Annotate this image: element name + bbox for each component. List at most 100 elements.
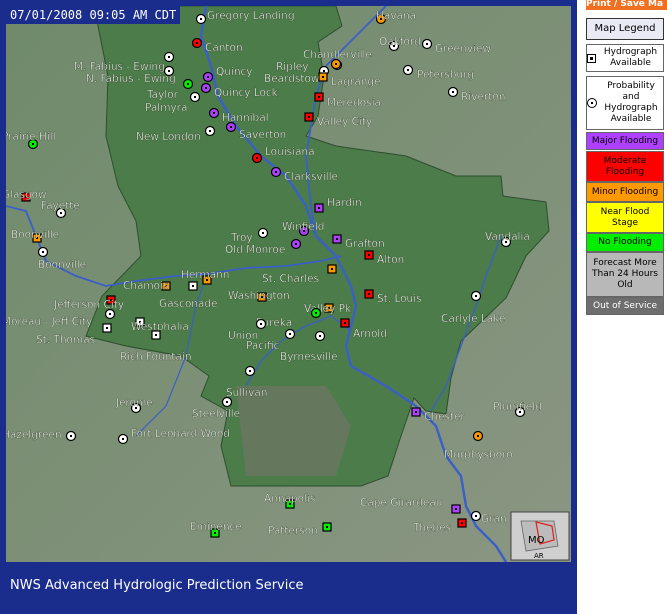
gauge-label[interactable]: Old Monroe [225, 244, 286, 256]
gauge-label[interactable]: Fort Leonard Wood [131, 428, 230, 440]
gauge-label[interactable]: Pacific [246, 340, 280, 352]
gauge-label[interactable]: Jerome [115, 397, 153, 409]
ozark-terrain [236, 386, 351, 476]
timestamp: 07/01/2008 09:05 AM CDT [6, 6, 181, 24]
gauge-marker-dot [344, 322, 346, 324]
legend-item-label: Forecast More Than 24 Hours Old [592, 258, 658, 290]
legend-hydrograph: Hydrograph Available [586, 44, 664, 72]
legend-item-moderate: Moderate Flooding [586, 151, 664, 182]
gauge-label[interactable]: Havana [376, 10, 416, 22]
gauge-label[interactable]: Boonville [11, 229, 59, 241]
gauge-marker-dot [200, 18, 202, 20]
gauge-label[interactable]: Ripley [276, 61, 309, 73]
gauge-label[interactable]: M. Fabius - Ewing [74, 61, 165, 73]
gauge-label[interactable]: Gregory Landing [207, 10, 295, 22]
gauge-label[interactable]: Patterson [268, 525, 318, 537]
gauge-label[interactable]: Saverton [239, 129, 287, 141]
gauge-label[interactable]: Canton [205, 42, 243, 54]
gauge-label[interactable]: Hardin [327, 197, 362, 209]
probability-icon [587, 98, 597, 108]
gauge-label[interactable]: Moreau - Jeff City [6, 316, 92, 328]
gauge-label[interactable]: Greenview [435, 43, 492, 55]
gauge-label[interactable]: Annapolis [264, 493, 316, 505]
gauge-label[interactable]: Riverton [461, 91, 506, 103]
gauge-label[interactable]: Boonville [38, 259, 86, 271]
legend-item-label: No Flooding [598, 237, 652, 247]
gauge-label[interactable]: Gran [481, 513, 507, 525]
gauge-label[interactable]: Chester [424, 411, 466, 423]
gauge-label[interactable]: Hazelgreen [6, 429, 62, 441]
gauge-label[interactable]: Cape Girardeau [360, 497, 443, 509]
gauge-label[interactable]: Beardstown [264, 73, 326, 85]
inset-locator-map[interactable]: MO AR [510, 511, 570, 561]
legend-probability-label: Probability and Hydrograph Available [604, 81, 658, 124]
gauge-label[interactable]: Jefferson City [53, 299, 124, 311]
gauge-label[interactable]: Plumfield [493, 401, 542, 413]
gauge-washington[interactable]: Washington [228, 290, 290, 302]
gauge-label[interactable]: St. Charles [262, 273, 319, 285]
gauge-label[interactable]: Meredosia [327, 97, 381, 109]
gauge-label[interactable]: Washington [228, 290, 290, 302]
gauge-label[interactable]: Vandalia [485, 231, 530, 243]
gauge-label[interactable]: Alton [377, 254, 405, 266]
gauge-label[interactable]: Hannibal [222, 112, 269, 124]
gauge-label[interactable]: Quincy [216, 66, 253, 78]
gauge-label[interactable]: Palmyra [145, 102, 188, 114]
gauge-label[interactable]: Eminence [190, 521, 242, 533]
legend-item-oos: Out of Service [586, 297, 664, 315]
gauge-chamois[interactable]: Chamois [123, 280, 171, 292]
gauge-label[interactable]: St. Louis [377, 293, 422, 305]
gauge-label[interactable]: Louisiana [265, 146, 315, 158]
gauge-label[interactable]: Oakford [379, 36, 421, 48]
hydrologic-map[interactable]: MO AR Havana Oakford Greenview Gregory Land… [6, 6, 571, 562]
gauge-label[interactable]: Troy [230, 232, 253, 244]
gauge-label[interactable]: Steelville [192, 408, 240, 420]
service-name: NWS Advanced Hydrologic Prediction Servi… [10, 578, 304, 593]
gauge-label[interactable]: Quincy Lock [214, 87, 279, 99]
legend-hydrograph-label: Hydrograph Available [603, 47, 658, 68]
legend-item-label: Out of Service [593, 300, 657, 311]
gauge-marker-dot [323, 70, 325, 72]
gauge-marker-dot [155, 334, 157, 336]
gauge-label[interactable]: Byrnesville [280, 351, 338, 363]
gauge-marker-dot [249, 370, 251, 372]
map-legend-button[interactable]: Map Legend [586, 18, 664, 40]
gauge-label[interactable]: Petersburg [417, 69, 474, 81]
gauge-boonville[interactable]: Boonville [11, 229, 59, 243]
inset-state-label: MO [528, 535, 545, 546]
print-save-button[interactable]: Print / Save Ma [586, 0, 667, 10]
gauge-label[interactable]: Chamois [123, 280, 169, 292]
gauge-marker-dot [106, 327, 108, 329]
gauge-label[interactable]: Sullivan [226, 387, 268, 399]
gauge-gregory-landing[interactable]: Gregory Landing [195, 10, 295, 25]
gauge-label[interactable]: Lagrange [331, 76, 381, 88]
gauge-marker-dot [331, 268, 333, 270]
gauge-marker-dot [308, 116, 310, 118]
gauge-label[interactable]: Winfield [282, 221, 325, 233]
gauge-label[interactable]: Arnold [353, 328, 387, 340]
gauge-label[interactable]: Grafton [345, 238, 385, 250]
gauge-label[interactable]: Hermann [181, 269, 230, 281]
gauge-marker-dot [256, 157, 258, 159]
gauge-label[interactable]: Prairie Hill [6, 131, 56, 143]
gauge-label[interactable]: N. Fabius - Ewing [86, 73, 176, 85]
gauge-label[interactable]: Gasconade [159, 298, 218, 310]
gauge-label[interactable]: Taylor [146, 89, 179, 101]
gauge-jefferson-city[interactable]: Jefferson City [53, 295, 124, 311]
gauge-label[interactable]: Fayette [41, 200, 80, 212]
gauge-label[interactable]: Thebes [412, 522, 451, 534]
gauge-label[interactable]: Rich Fountain [120, 351, 192, 363]
gauge-marker-dot [192, 285, 194, 287]
legend-item-old: Forecast More Than 24 Hours Old [586, 252, 664, 297]
gauge-label[interactable]: Valley City [317, 116, 373, 128]
gauge-marker-dot [461, 522, 463, 524]
gauge-label[interactable]: Clarksville [284, 171, 338, 183]
legend-item-near: Near Flood Stage [586, 202, 664, 233]
gauge-label[interactable]: St. Thomas [36, 334, 95, 346]
legend-item-none: No Flooding [586, 233, 664, 252]
gauge-marker-dot [319, 335, 321, 337]
gauge-label[interactable]: New London [136, 131, 201, 143]
gauge-label[interactable]: Carlyle Lake [441, 313, 506, 325]
gauge-label[interactable]: Murphysboro [444, 449, 513, 461]
gauge-havana[interactable]: Havana [376, 10, 416, 25]
